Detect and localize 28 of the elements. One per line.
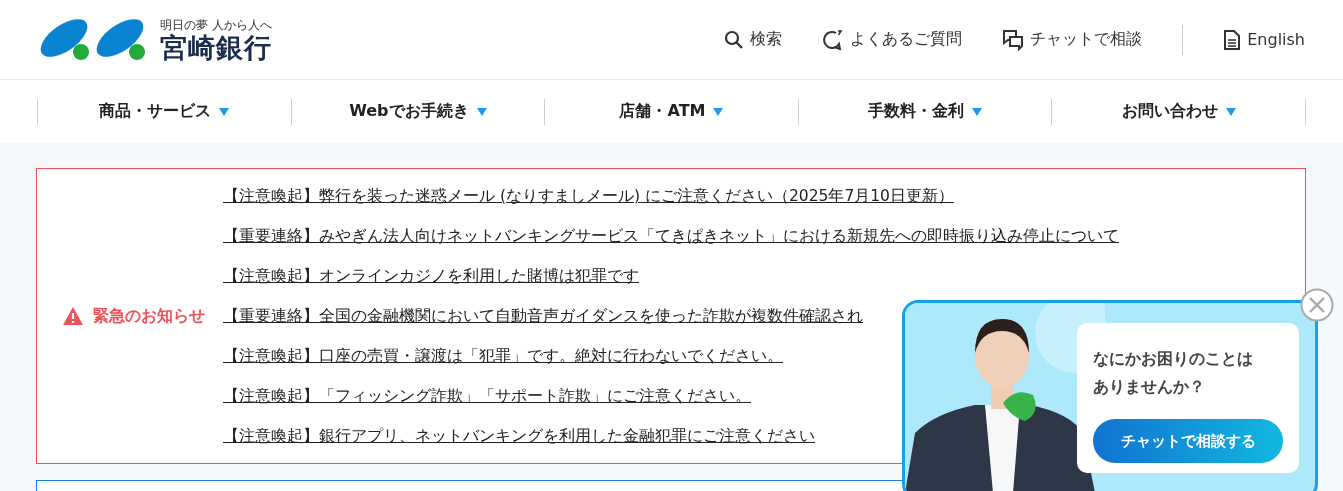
dropdown-caret-icon (476, 107, 487, 116)
utility-link[interactable]: よくあるご質問 (822, 28, 963, 51)
emergency-heading: 緊急のお知らせ (93, 305, 205, 327)
search-icon (724, 29, 745, 50)
chat-icon (1002, 28, 1025, 51)
chat-message: なにかお困りのことはありませんか？ (1093, 348, 1254, 398)
utility-link[interactable]: チャットで相談 (1002, 28, 1143, 51)
dropdown-caret-icon (1225, 107, 1236, 116)
nav-menu-item[interactable]: お問い合わせ (1051, 98, 1306, 125)
dropdown-caret-icon (972, 107, 983, 116)
notice-link[interactable]: 【重要連絡】みやぎん法人向けネットバンキングサービス「てきぱきネット」における新規先への即時振り込み停止について (223, 225, 1119, 247)
tagline: 明日の夢 人から人へ (160, 18, 272, 31)
document-icon (1223, 28, 1242, 51)
notice-link[interactable]: 【注意喚起】オンラインカジノを利用した賭博は犯罪です (223, 265, 1119, 287)
warning-icon (63, 307, 83, 325)
close-icon[interactable] (1300, 288, 1334, 322)
nav-menu-item[interactable]: Webでお手続き (290, 98, 545, 125)
dropdown-caret-icon (713, 107, 724, 116)
dropdown-caret-icon (219, 107, 230, 116)
utility-link[interactable]: English (1223, 28, 1305, 51)
bank-name: 宮崎銀行 (160, 33, 272, 61)
nav-menu-item[interactable]: 店舗・ATM (544, 98, 798, 125)
question-bubble-icon (822, 28, 845, 51)
utility-link[interactable]: 検索 (724, 29, 783, 50)
nav-menu-item[interactable]: 商品・サービス (37, 98, 291, 125)
chat-consult-button[interactable]: チャットで相談する (1093, 419, 1283, 463)
nav-menu-item[interactable]: 手数料・金利 (797, 98, 1052, 125)
notice-link[interactable]: 【注意喚起】弊行を装った迷惑メール (なりすましメール) にご注意ください（2025年7月10日更新） (223, 185, 1119, 207)
